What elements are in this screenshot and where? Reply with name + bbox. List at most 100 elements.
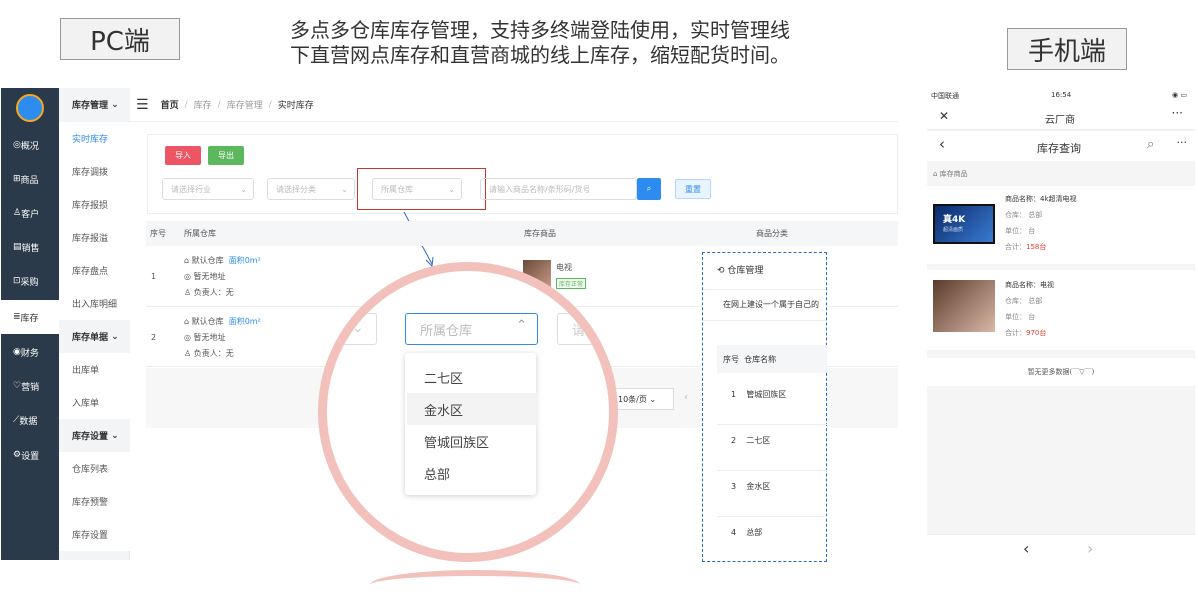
nav-label: 概况 (20, 141, 39, 152)
popup-desc: 在网上建设一个属于自己的 (703, 289, 826, 321)
menu-icon[interactable]: ☰ (136, 97, 149, 113)
page-title: 库存查询 (1037, 142, 1081, 155)
subnav-group-stock[interactable]: 库存管理 ⌄ (59, 88, 130, 121)
nav-purchase[interactable]: ⊡ 采购 (1, 264, 59, 298)
subnav-detail[interactable]: 出入库明细 (59, 287, 130, 320)
popup-title: ⟲ 仓库管理 (717, 266, 764, 276)
more-icon[interactable]: ··· (1172, 106, 1183, 120)
search-icon: ⌕ (646, 184, 652, 193)
subnav-outbound[interactable]: 出库单 (59, 353, 130, 386)
import-button[interactable]: 导入 (165, 146, 201, 165)
reset-button[interactable]: 重置 (675, 179, 711, 199)
col-warehouse: 所属仓库 (184, 229, 216, 238)
nav-marketing[interactable]: ♡ 营销 (1, 369, 59, 403)
breadcrumb-stock[interactable]: 库存 (194, 98, 212, 111)
list-item[interactable]: 真4K 超清画质 商品名称：4k超清电视 仓库： 总部 单位： 台 合计：158… (927, 186, 1195, 264)
app-title: 云厂商 (1045, 115, 1075, 126)
breadcrumb-home[interactable]: 首页 (161, 98, 179, 111)
item-name: 商品名称：4k超清电视 (1005, 195, 1077, 203)
page-header: ‹ 库存查询 ⌕ ··· (927, 131, 1195, 161)
back-icon[interactable]: ‹ (1023, 539, 1029, 558)
headline-line-2: 下直营网点库存和直营商城的线上库存，缩短配货时间。 (290, 43, 790, 67)
status-bar: 中国联通 16:54 ◉ ▭ (927, 88, 1195, 104)
subnav-label: 库存设置 (72, 432, 109, 442)
nav-data[interactable]: ⟋ 数据 (1, 403, 59, 437)
nav-label: 库存 (20, 313, 39, 324)
nav-label: 采购 (20, 277, 39, 288)
nav-finance[interactable]: ◉ 财务 (1, 335, 59, 369)
warehouse-popup: ⟲ 仓库管理 在网上建设一个属于自己的 序号 仓库名称 1 管城回族区 2 二七… (702, 252, 827, 562)
chevron-down-icon: ⌄ (240, 184, 247, 194)
prev-page-icon[interactable]: ‹ (684, 392, 688, 403)
subnav-transfer[interactable]: 库存调拨 (59, 155, 130, 188)
item-total: 合计：158台 (1005, 243, 1047, 251)
subnav-overflow[interactable]: 库存报溢 (59, 221, 130, 254)
nav-settings[interactable]: ⚙ 设置 (1, 438, 59, 472)
zoom-prev-select: ⌄ (327, 313, 377, 345)
subnav-warehouse-list[interactable]: 仓库列表 (59, 452, 130, 485)
dropdown-option[interactable]: 总部 (407, 457, 538, 489)
row-warehouse: ⌂ 默认仓库 面积0m² (184, 256, 261, 265)
industry-select[interactable]: 请选择行业 ⌄ (162, 178, 254, 200)
subnav-group-settings[interactable]: 库存设置 ⌄ (59, 419, 130, 452)
subnav-loss[interactable]: 库存报损 (59, 188, 130, 221)
dropdown-option[interactable]: 金水区 (407, 393, 538, 425)
close-icon[interactable]: ✕ (939, 109, 949, 123)
popup-row[interactable]: 2 二七区 (717, 427, 827, 471)
pc-label: PC端 (60, 18, 180, 60)
time: 16:54 (1051, 91, 1072, 99)
subnav-config[interactable]: 库存设置 (59, 518, 130, 551)
breadcrumb-sep: / (184, 99, 188, 110)
category-select[interactable]: 请选择分类 ⌄ (267, 178, 355, 200)
search-button[interactable]: ⌕ (637, 178, 661, 200)
breadcrumb-current: 实时库存 (277, 101, 314, 111)
export-button[interactable]: 导出 (208, 146, 244, 165)
dropdown-option[interactable]: 二七区 (407, 361, 538, 393)
subnav-label: 库存管理 (72, 101, 109, 111)
subnav-count[interactable]: 库存盘点 (59, 254, 130, 287)
popup-row[interactable]: 4 总部 (717, 519, 827, 559)
popup-table-header: 序号 仓库名称 (717, 345, 827, 373)
nav-label: 客户 (21, 209, 40, 220)
subnav-group-docs[interactable]: 库存单据 ⌄ (59, 320, 130, 353)
zoom-keyword-input: 请 (557, 313, 609, 345)
subnav-realtime[interactable]: 实时库存 (59, 122, 130, 155)
breadcrumb-manage[interactable]: 库存管理 (227, 98, 263, 111)
zoom-shadow-arc (370, 570, 580, 600)
row-owner: ♙ 负责人：无 (184, 349, 234, 358)
browser-toolbar: ‹ › (927, 534, 1195, 566)
carrier: 中国联通 (931, 92, 959, 100)
nav-goods[interactable]: ⊞ 商品 (1, 162, 59, 196)
breadcrumb: ☰ 首页 / 库存 / 库存管理 / 实时库存 (130, 88, 898, 122)
subnav-inbound[interactable]: 入库单 (59, 386, 130, 419)
nav-overview[interactable]: ◎ 概况 (1, 128, 59, 162)
item-warehouse: 仓库： 总部 (1005, 211, 1043, 219)
subnav-label: 库存单据 (72, 333, 109, 343)
more-icon[interactable]: ··· (1177, 136, 1188, 149)
row-no: 1 (151, 272, 157, 281)
forward-icon[interactable]: › (1087, 539, 1093, 558)
filter-panel (147, 134, 898, 214)
nav-sales[interactable]: ▤ 销售 (1, 230, 59, 264)
page-size-select[interactable]: 10条/页 ⌄ (612, 388, 674, 410)
headline: 多点多仓库库存管理，支持多终端登陆使用，实时管理线 下直营网点库存和直营商城的线… (290, 18, 880, 68)
dropdown-option[interactable]: 管城回族区 (407, 425, 538, 457)
back-icon[interactable]: ‹ (939, 135, 945, 153)
subnav-alert[interactable]: 库存预警 (59, 485, 130, 518)
row-goods: 电视 (556, 263, 572, 272)
list-item[interactable]: 商品名称：电视 仓库： 总部 单位： 台 合计：970台 (927, 270, 1195, 350)
status-badge: 库存正常 (556, 278, 587, 289)
nav-label: 营销 (21, 382, 40, 393)
nav-customer[interactable]: ♙ 客户 (1, 196, 59, 230)
product-image (933, 280, 995, 332)
row-address: ◎ 暂无地址 (184, 272, 226, 281)
col-category: 商品分类 (756, 229, 788, 238)
popup-row[interactable]: 3 金水区 (717, 473, 827, 517)
zoom-warehouse-select[interactable]: 所属仓库 ⌃ (405, 313, 538, 345)
nav-inventory[interactable]: ≣ 库存 (1, 300, 59, 334)
headline-line-1: 多点多仓库库存管理，支持多终端登陆使用，实时管理线 (290, 18, 790, 42)
keyword-input[interactable]: 请输入商品名称/条形码/货号 (480, 178, 637, 200)
search-icon[interactable]: ⌕ (1147, 137, 1154, 152)
row-address: ◎ 暂无地址 (184, 333, 226, 342)
popup-row[interactable]: 1 管城回族区 (717, 381, 827, 425)
